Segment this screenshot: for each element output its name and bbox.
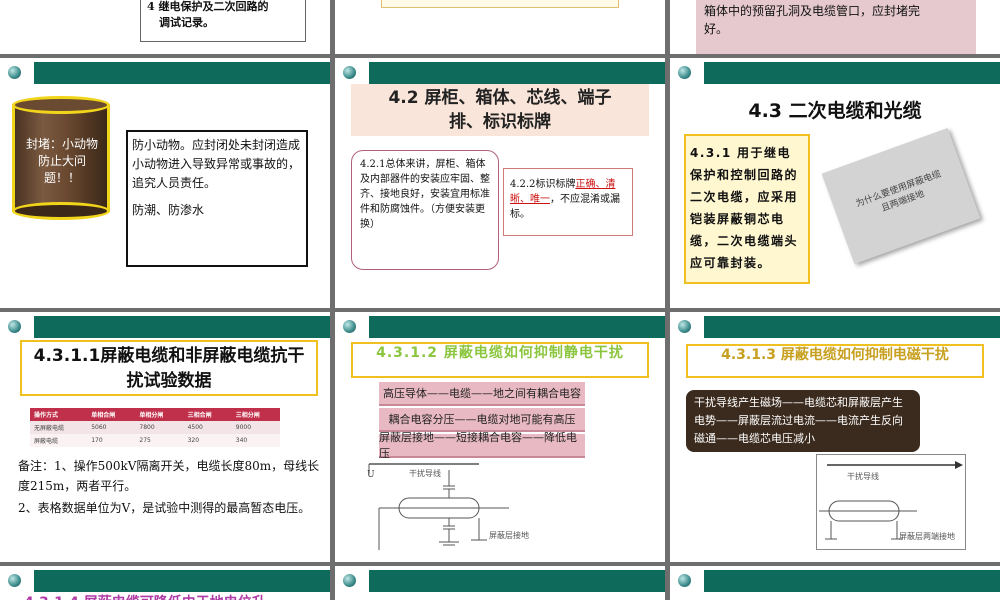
table-header: 单相合闸 xyxy=(87,408,136,421)
table-row: 无屏蔽电缆 5060 7800 4500 9000 xyxy=(30,421,280,434)
pink-note-box: 箱体中的预留孔洞及电缆管口，应封堵完 好。 xyxy=(696,0,976,54)
title-bar xyxy=(0,62,330,84)
em-diagram: 干扰导线 屏蔽层两端接地 xyxy=(816,454,966,550)
globe-icon xyxy=(678,320,691,333)
globe-icon xyxy=(343,66,356,79)
question-text: 为什么要使用屏蔽电缆且两端接地 xyxy=(854,169,943,215)
yellow-box-partial xyxy=(381,0,619,8)
label-box: 4.2.2标识标牌正确、清晰、唯一，不应混淆或漏标。 xyxy=(503,168,633,236)
slide-title: 4.3.1.3 屏蔽电缆如何抑制电磁干扰 xyxy=(686,344,984,378)
title-bar xyxy=(670,570,1000,592)
globe-icon xyxy=(678,66,691,79)
cylinder-text: 封堵：小动物防止大问题！！ xyxy=(25,137,98,185)
slide-title: 4.3.1.1屏蔽电缆和非屏蔽电缆抗干扰试验数据 xyxy=(20,340,318,396)
globe-icon xyxy=(8,574,21,587)
prevention-box: 防小动物。应封闭处未封闭造成小动物进入导致异常或事故的，追究人员责任。 防潮、防… xyxy=(126,130,308,267)
label-text: 4.2.2标识标牌 xyxy=(510,179,576,190)
shield-both-ends-label: 屏蔽层两端接地 xyxy=(899,532,955,541)
slide-test-data[interactable]: 4.3.1.1屏蔽电缆和非屏蔽电缆抗干扰试验数据 操作方式 单相合闸 单相分闸 … xyxy=(0,312,330,562)
record-item-cont: 调试记录。 xyxy=(159,16,214,29)
slide-title: 4.3 二次电缆和光缆 xyxy=(748,100,922,122)
slide-row0-left[interactable]: 4 继电保护及二次回路的 调试记录。 xyxy=(0,0,330,54)
slide-static-interference[interactable]: 4.3.1.2 屏蔽电缆如何抑制静电干扰 高压导体——电缆——地之间有耦合电容 … xyxy=(335,312,665,562)
globe-icon xyxy=(343,320,356,333)
record-item: 4 继电保护及二次回路的 xyxy=(147,0,269,13)
slide-title: 4.3.1.4 屏蔽电缆可降低由于地电位升 xyxy=(24,592,324,600)
table-row: 屏蔽电缆 170 275 320 340 xyxy=(30,434,280,447)
globe-icon xyxy=(8,320,21,333)
title-bar xyxy=(670,62,1000,84)
globe-icon xyxy=(8,66,21,79)
test-data-table: 操作方式 单相合闸 单相分闸 三相合闸 三相分闸 无屏蔽电缆 5060 7800… xyxy=(30,408,280,447)
title-bar xyxy=(335,570,665,592)
shield-ground-label: 屏蔽层接地 xyxy=(489,531,529,540)
slide-row3-left[interactable]: 4.3.1.4 屏蔽电缆可降低由于地电位升 xyxy=(0,566,330,600)
title-bar xyxy=(0,570,330,592)
slide-row0-mid[interactable] xyxy=(335,0,665,54)
title-bar xyxy=(335,62,665,84)
moisture-text: 防潮、防渗水 xyxy=(132,203,205,217)
interference-wire-label: 干扰导线 xyxy=(847,472,879,481)
test-note-2: 2、表格数据单位为V，是试验中测得的最高暂态电压。 xyxy=(18,501,311,515)
table-header: 三相分闸 xyxy=(231,408,280,421)
slide-row0-right[interactable]: 箱体中的预留孔洞及电缆管口，应封堵完 好。 xyxy=(670,0,1000,54)
title-bar xyxy=(335,316,665,338)
slide-row3-right[interactable] xyxy=(670,566,1000,600)
test-note-1: 备注：1、操作500kV隔离开关，电缆长度80m，母线长度215m，两者平行。 xyxy=(18,459,320,493)
slide-cable[interactable]: 4.3 二次电缆和光缆 4.3.1 用于继电保护和控制回路的二次电缆，应采用铠装… xyxy=(670,58,1000,308)
question-card: 为什么要使用屏蔽电缆且两端接地 xyxy=(821,127,981,265)
cable-spec-box: 4.3.1 用于继电保护和控制回路的二次电缆，应采用铠装屏蔽铜芯电缆，二次电缆端… xyxy=(684,134,810,284)
slide-cabinet[interactable]: 4.2 屏柜、箱体、芯线、端子排、标识标牌 4.2.1总体来讲，屏柜、箱体及内部… xyxy=(335,58,665,308)
slide-row3-mid[interactable] xyxy=(335,566,665,600)
globe-icon xyxy=(343,574,356,587)
explain-line-1: 高压导体——电缆——地之间有耦合电容 xyxy=(379,382,585,406)
slide-sealing[interactable]: 封堵：小动物防止大问题！！ 防小动物。应封闭处未封闭造成小动物进入导致异常或事故… xyxy=(0,58,330,308)
em-explain-box: 干扰导线产生磁场——电缆芯和屏蔽层产生电势——屏蔽层流过电流——电流产生反向磁通… xyxy=(686,390,920,452)
record-list-box: 4 继电保护及二次回路的 调试记录。 xyxy=(140,0,306,42)
table-header: 三相合闸 xyxy=(183,408,232,421)
explain-line-3: 屏蔽层接地——短接耦合电容——降低电压 xyxy=(379,431,585,460)
install-box: 4.2.1总体来讲，屏柜、箱体及内部器件的安装应牢固、整齐、接地良好，安装宜用标… xyxy=(351,150,499,270)
slide-title: 4.2 屏柜、箱体、芯线、端子排、标识标牌 xyxy=(351,84,649,136)
globe-icon xyxy=(678,574,691,587)
table-header: 单相分闸 xyxy=(135,408,184,421)
title-bar xyxy=(670,316,1000,338)
slide-em-interference[interactable]: 4.3.1.3 屏蔽电缆如何抑制电磁干扰 干扰导线产生磁场——电缆芯和屏蔽层产生… xyxy=(670,312,1000,562)
spec-text: 用于继电保护和控制回路的二次电缆，应采用铠装屏蔽铜芯电缆，二次电缆端头应可靠封装… xyxy=(690,146,799,270)
prevention-text: 防小动物。应封闭处未封闭造成小动物进入导致异常或事故的，追究人员责任。 xyxy=(132,138,301,190)
title-bar xyxy=(0,316,330,338)
coupling-diagram: U 干扰导线 屏蔽层接地 xyxy=(359,460,569,556)
sealing-note-line2: 好。 xyxy=(704,22,729,36)
wood-cylinder: 封堵：小动物防止大问题！！ xyxy=(12,96,110,220)
spec-number: 4.3.1 xyxy=(690,146,732,160)
voltage-label: U xyxy=(367,470,375,480)
interference-wire-label: 干扰导线 xyxy=(409,469,441,478)
table-header: 操作方式 xyxy=(30,408,88,421)
sealing-note-line: 箱体中的预留孔洞及电缆管口，应封堵完 xyxy=(704,4,921,18)
slide-title: 4.3.1.2 屏蔽电缆如何抑制静电干扰 xyxy=(351,342,649,378)
